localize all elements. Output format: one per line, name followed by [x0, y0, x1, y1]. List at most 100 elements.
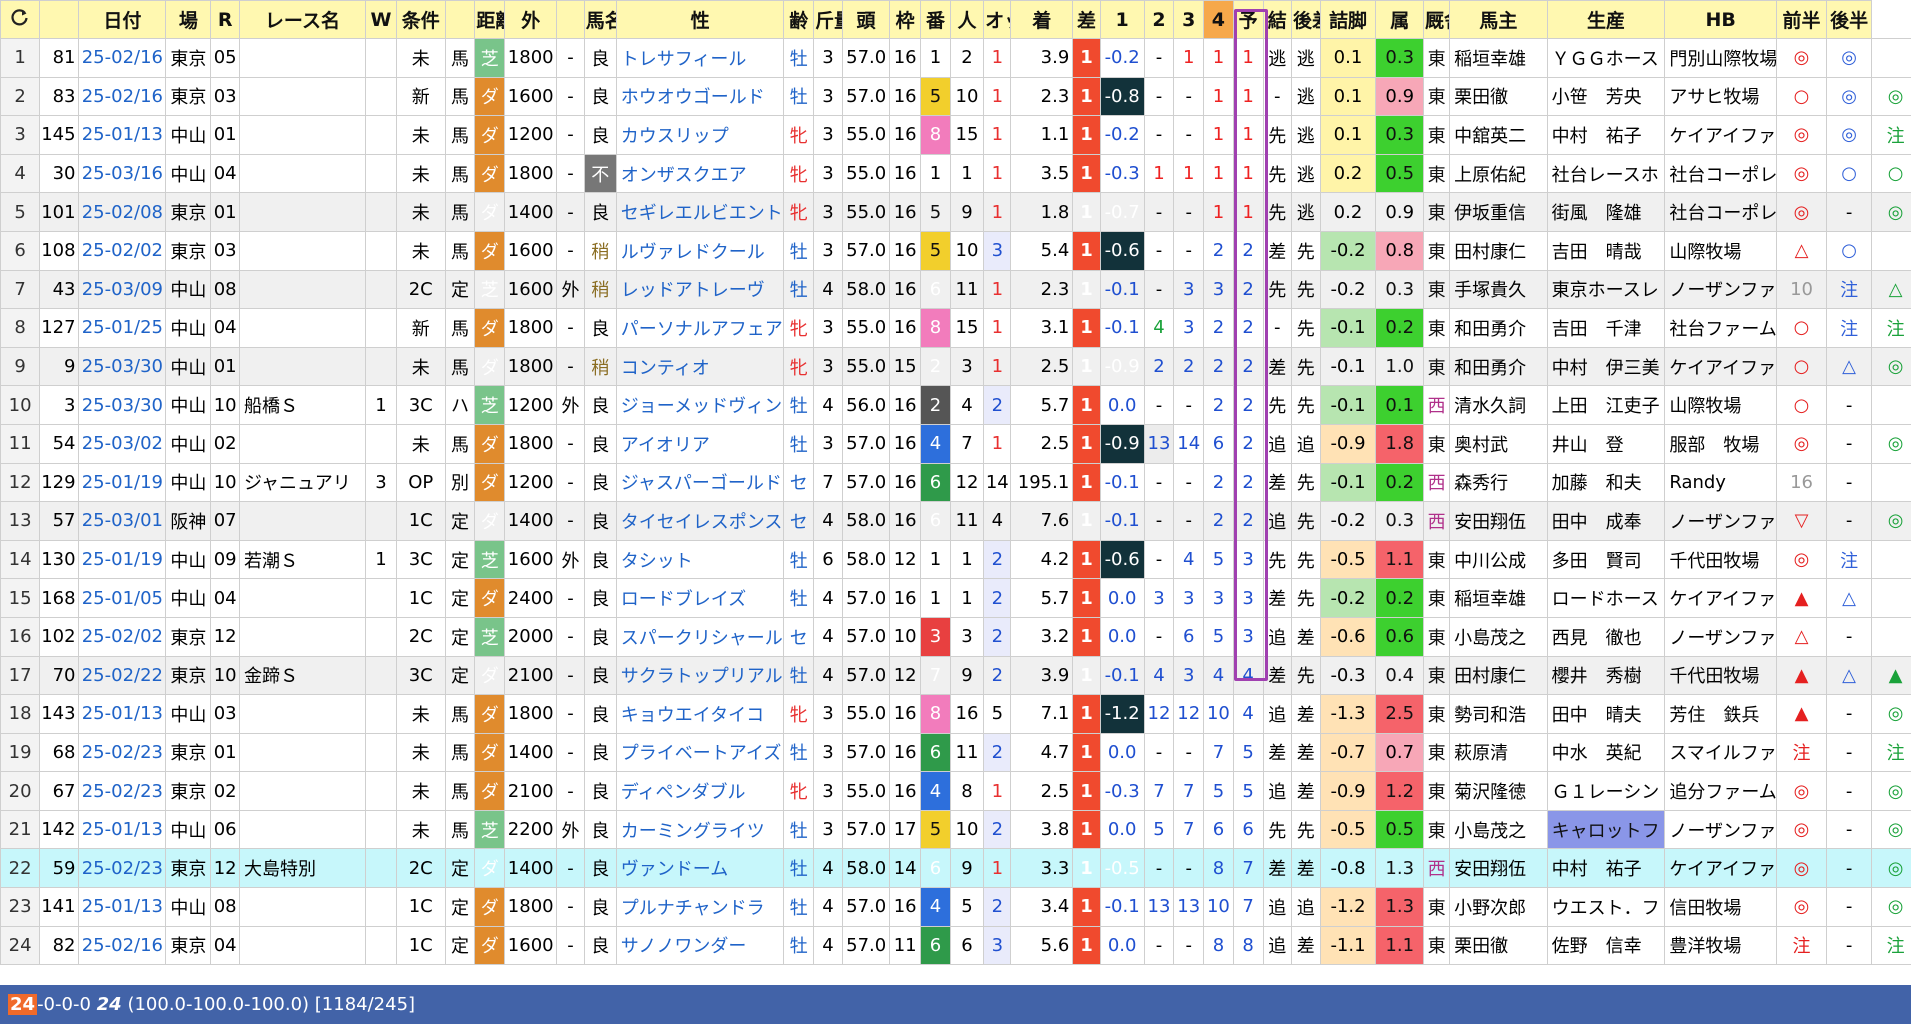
horse-name-link[interactable]: ジャスパーゴールド: [615, 462, 785, 503]
race-date-link[interactable]: 25-03/16: [78, 153, 167, 194]
col-header-36[interactable]: 前半: [1776, 0, 1827, 39]
race-date-link[interactable]: 25-02/22: [78, 655, 167, 696]
horse-name-link[interactable]: ホウオウゴールド: [615, 76, 785, 117]
horse-name-link[interactable]: タイセイレスポンス: [615, 501, 785, 541]
table-row[interactable]: 7 43 25-03/09 中山 08 2C 定芝 1600 外稍レッドアトレーヴ牡 4 58.0 1…: [0, 269, 1911, 310]
race-date-link[interactable]: 25-02/23: [78, 848, 167, 889]
col-header-9[interactable]: 距離: [474, 0, 506, 39]
col-header-35[interactable]: HB: [1664, 0, 1778, 39]
horse-name-link[interactable]: アイオリア: [615, 423, 785, 464]
table-row[interactable]: 17 70 25-02/22 東京 10 金蹄Ｓ 3C 定ダ 2100- 良サクラトップリアル牡 4…: [0, 655, 1911, 696]
horse-name-link[interactable]: サクラトップリアル: [615, 655, 785, 696]
col-header-10[interactable]: 外: [504, 0, 558, 39]
race-date-link[interactable]: 25-01/25: [78, 308, 167, 348]
col-header-26[interactable]: 4: [1203, 0, 1234, 39]
race-date-link[interactable]: 25-01/13: [78, 115, 167, 155]
race-date-link[interactable]: 25-02/23: [78, 732, 167, 773]
race-date-link[interactable]: 25-02/08: [78, 192, 167, 232]
col-header-4[interactable]: R: [210, 0, 240, 39]
col-header-37[interactable]: 後半: [1825, 0, 1873, 39]
col-header-34[interactable]: 生産: [1546, 0, 1666, 39]
horse-name-link[interactable]: オンザスクエア: [615, 153, 785, 194]
race-date-link[interactable]: 25-03/30: [78, 385, 167, 425]
race-date-link[interactable]: 25-01/13: [78, 809, 167, 850]
col-header-2[interactable]: 日付: [78, 0, 167, 39]
col-header-33[interactable]: 馬主: [1449, 0, 1548, 39]
table-row[interactable]: 23 141 25-01/13 中山 08 1C 定ダ 1800- 良プルナチャンドラ牡 4 57.…: [0, 887, 1911, 927]
col-header-22[interactable]: 差: [1072, 0, 1101, 39]
col-header-19[interactable]: 人: [949, 0, 985, 39]
table-row[interactable]: 5 101 25-02/08 東京 01 未馬ダ 1400- 良セギレエルビエント牝 3 55.0…: [0, 192, 1911, 232]
horse-name-link[interactable]: セギレエルビエント: [615, 192, 785, 232]
table-row[interactable]: 8 127 25-01/25 中山 04 新馬ダ 1800- 良パーソナルアフェア牝 3 55.0…: [0, 308, 1911, 348]
horse-name-link[interactable]: タシット: [615, 539, 785, 580]
race-date-link[interactable]: 25-02/16: [78, 925, 167, 966]
col-header-30[interactable]: 詰脚: [1319, 0, 1377, 39]
col-header-8[interactable]: [444, 0, 476, 39]
col-header-3[interactable]: 場: [165, 0, 212, 39]
col-header-23[interactable]: 1: [1099, 0, 1145, 39]
horse-name-link[interactable]: プルナチャンドラ: [615, 887, 785, 927]
horse-name-link[interactable]: コンティオ: [615, 346, 785, 387]
col-header-16[interactable]: 頭: [841, 0, 891, 39]
col-header-20[interactable]: オッズ: [983, 0, 1012, 39]
race-date-link[interactable]: 25-01/13: [78, 887, 167, 927]
race-date-link[interactable]: 25-03/01: [78, 501, 167, 541]
col-header-32[interactable]: 厩舎: [1422, 0, 1451, 39]
horse-name-link[interactable]: キョウエイタイコ: [615, 694, 785, 734]
refresh-icon[interactable]: [0, 0, 41, 39]
horse-name-link[interactable]: トレサフィール: [615, 38, 785, 78]
horse-name-link[interactable]: レッドアトレーヴ: [615, 269, 785, 310]
race-date-link[interactable]: 25-03/02: [78, 423, 167, 464]
horse-name-link[interactable]: ヴァンドーム: [615, 848, 785, 889]
table-row[interactable]: 11 54 25-03/02 中山 02 未馬ダ 1800- 良アイオリア牡 3 57.0 16 4 7…: [0, 423, 1911, 464]
race-date-link[interactable]: 25-02/16: [78, 76, 167, 117]
table-row[interactable]: 15 168 25-01/05 中山 04 1C 定ダ 2400- 良ロードブレイズ牡 4 57.0…: [0, 578, 1911, 618]
table-row[interactable]: 4 30 25-03/16 中山 04 未馬ダ 1800- 不オンザスクエア牝 3 55.0 16 1…: [0, 153, 1911, 194]
horse-name-link[interactable]: ディペンダブル: [615, 771, 785, 811]
race-date-link[interactable]: 25-01/19: [78, 539, 167, 580]
race-date-link[interactable]: 25-02/16: [78, 38, 167, 78]
race-date-link[interactable]: 25-03/09: [78, 269, 167, 310]
table-row[interactable]: 14 130 25-01/19 中山 09 若潮Ｓ 1 3C 定芝 1600 外良タシット牡 6 58.…: [0, 539, 1911, 580]
table-row[interactable]: 13 57 25-03/01 阪神 07 1C 定ダ 1400- 良タイセイレスポンスセ 4 58.…: [0, 501, 1911, 541]
race-date-link[interactable]: 25-02/23: [78, 771, 167, 811]
col-header-11[interactable]: [556, 0, 585, 39]
col-header-1[interactable]: [39, 0, 80, 39]
horse-name-link[interactable]: カウスリップ: [615, 115, 785, 155]
col-header-7[interactable]: 条件: [395, 0, 446, 39]
col-header-27[interactable]: 予: [1232, 0, 1264, 39]
race-date-link[interactable]: 25-01/05: [78, 578, 167, 618]
col-header-14[interactable]: 齢: [783, 0, 815, 39]
col-header-24[interactable]: 2: [1143, 0, 1175, 39]
col-header-5[interactable]: レース名: [238, 0, 366, 39]
col-header-17[interactable]: 枠: [889, 0, 922, 39]
table-row[interactable]: 10 3 25-03/30 中山 10 船橋Ｓ 1 3C ハ芝 1200 外良ジョーメッドヴィン牡 4…: [0, 385, 1911, 425]
table-row[interactable]: 9 9 25-03/30 中山 01 未馬ダ 1800- 稍コンティオ牝 3 55.0 15 2 3 1 2…: [0, 346, 1911, 387]
col-header-15[interactable]: 斤量: [813, 0, 843, 39]
table-row[interactable]: 18 143 25-01/13 中山 03 未馬ダ 1800- 良キョウエイタイコ牝 3 55.0…: [0, 694, 1911, 734]
col-header-21[interactable]: 着: [1010, 0, 1074, 39]
race-date-link[interactable]: 25-01/19: [78, 462, 167, 503]
col-header-31[interactable]: 属: [1375, 0, 1424, 39]
col-header-6[interactable]: W: [364, 0, 397, 39]
horse-name-link[interactable]: サノノワンダー: [615, 925, 785, 966]
race-date-link[interactable]: 25-02/02: [78, 230, 167, 271]
horse-name-link[interactable]: ルヴァレドクール: [615, 230, 785, 271]
col-header-18[interactable]: 番: [920, 0, 951, 39]
col-header-29[interactable]: 後差: [1291, 0, 1321, 39]
race-date-link[interactable]: 25-02/02: [78, 616, 167, 657]
race-date-link[interactable]: 25-03/30: [78, 346, 167, 387]
table-row[interactable]: 19 68 25-02/23 東京 01 未馬ダ 1400- 良プライベートアイズ牡 3 57.0…: [0, 732, 1911, 773]
table-row[interactable]: 21 142 25-01/13 中山 06 未馬芝 2200 外良カーミングライツ牡 3 57.0…: [0, 809, 1911, 850]
table-row[interactable]: 6 108 25-02/02 東京 03 未馬ダ 1600- 稍ルヴァレドクール牡 3 57.0 1…: [0, 230, 1911, 271]
race-date-link[interactable]: 25-01/13: [78, 694, 167, 734]
table-row[interactable]: 20 67 25-02/23 東京 02 未馬ダ 2100- 良ディペンダブル牝 3 55.0 16…: [0, 771, 1911, 811]
table-row[interactable]: 22 59 25-02/23 東京 12 大島特別 2C 定ダ 1400- 良ヴァンドーム牡 4 58…: [0, 848, 1911, 889]
col-header-12[interactable]: 馬名: [583, 0, 617, 39]
horse-name-link[interactable]: ジョーメッドヴィン: [615, 385, 785, 425]
col-header-13[interactable]: 性: [615, 0, 785, 39]
table-row[interactable]: 12 129 25-01/19 中山 10 ジャニュアリ 3 OP 別ダ 1200- 良ジャスパーゴ…: [0, 462, 1911, 503]
table-row[interactable]: 1 81 25-02/16 東京 05 未馬芝 1800- 良トレサフィール牡 3 57.0 16 1…: [0, 38, 1911, 78]
col-header-28[interactable]: 結: [1262, 0, 1293, 39]
